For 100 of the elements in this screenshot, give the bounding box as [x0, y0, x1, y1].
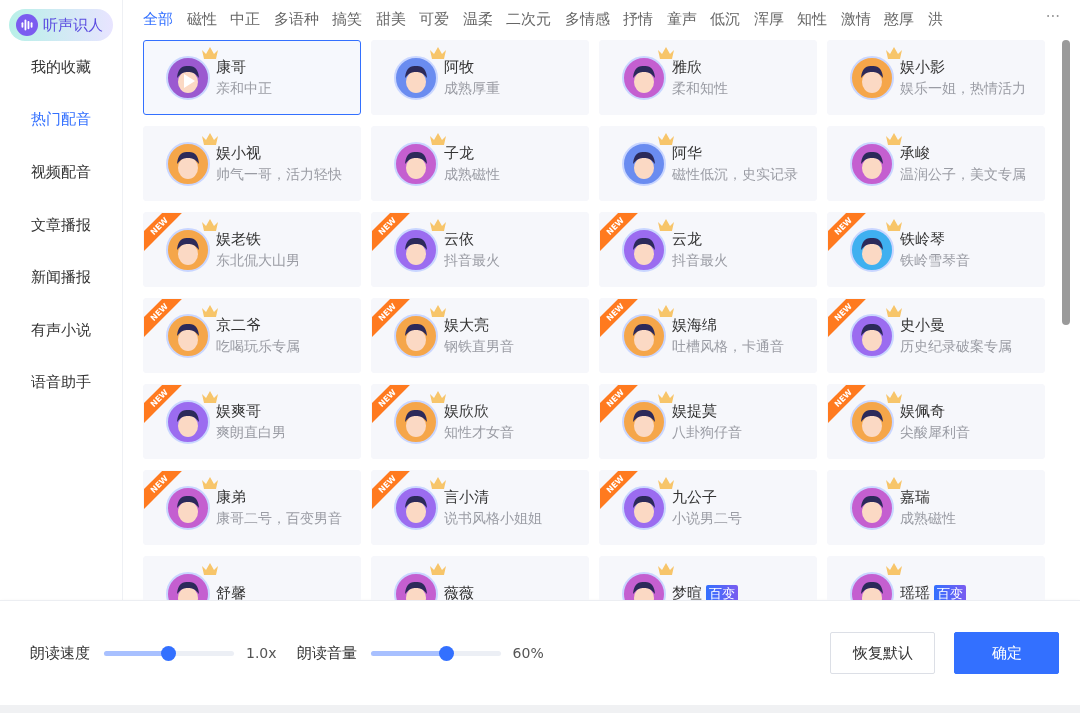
category-tab[interactable]: 多情感	[564, 9, 610, 29]
category-tab[interactable]: 激情	[840, 9, 871, 29]
voice-name: 娱欣欣	[444, 401, 489, 421]
avatar-icon	[394, 485, 438, 530]
avatar-icon	[850, 141, 894, 186]
voice-description: 东北侃大山男	[216, 251, 300, 270]
voice-name: 康弟	[216, 487, 246, 507]
voice-name: 瑶瑶	[900, 584, 930, 600]
avatar-icon	[394, 55, 438, 100]
category-tab[interactable]: 可爱	[419, 9, 449, 29]
voice-tag: 百变	[934, 584, 966, 600]
sidebar-item[interactable]: 我的收藏	[31, 41, 91, 94]
voice-description: 亲和中正	[216, 79, 272, 98]
sidebar-item[interactable]: 视频配音	[31, 146, 91, 199]
avatar-icon	[622, 227, 666, 272]
voice-card[interactable]: 娱小影 娱乐一姐，热情活力	[827, 40, 1045, 115]
voice-description: 磁性低沉，史实记录	[672, 165, 798, 184]
voice-name: 娱爽哥	[216, 401, 261, 421]
slider[interactable]	[370, 645, 501, 661]
voice-description: 成熟磁性	[444, 165, 500, 184]
voice-card[interactable]: 子龙 成熟磁性	[371, 126, 589, 201]
voice-name: 子龙	[444, 143, 474, 163]
sidebar-item[interactable]: 新闻播报	[31, 251, 91, 304]
voice-name: 娱小影	[900, 57, 945, 77]
voice-tag: 百变	[706, 584, 738, 600]
voice-card[interactable]: 舒馨	[143, 556, 361, 600]
slider-label: 朗读速度	[30, 643, 90, 663]
voice-name: 薇薇	[444, 584, 474, 600]
voice-name: 娱大亮	[444, 315, 489, 335]
category-tab[interactable]: 洪	[927, 9, 943, 29]
voice-description: 说书风格小姐姐	[444, 509, 542, 528]
voice-name: 承峻	[900, 143, 930, 163]
voice-card[interactable]: 承峻 温润公子，美文专属	[827, 126, 1045, 201]
voice-card[interactable]: 薇薇	[371, 556, 589, 600]
voice-name: 阿华	[672, 143, 702, 163]
voice-description: 娱乐一姐，热情活力	[900, 79, 1026, 98]
voice-card[interactable]: 阿华 磁性低沉，史实记录	[599, 126, 817, 201]
sound-wave-icon	[16, 14, 38, 36]
voice-card[interactable]: 瑶瑶 百变	[827, 556, 1045, 600]
voice-name: 言小清	[444, 487, 489, 507]
sidebar-item[interactable]: 有声小说	[31, 303, 91, 357]
voice-card[interactable]: 娱小视 帅气一哥，活力轻快	[143, 126, 361, 201]
category-tab[interactable]: 抒情	[623, 9, 653, 29]
voice-description: 小说男二号	[672, 509, 742, 528]
voice-card[interactable]: 梦暄 百变	[599, 556, 817, 600]
voice-description: 帅气一哥，活力轻快	[216, 165, 342, 184]
category-tab[interactable]: 低沉	[710, 9, 740, 29]
avatar-icon	[166, 485, 210, 530]
voice-description: 知性才女音	[444, 423, 514, 442]
voice-description: 爽朗直白男	[216, 423, 286, 442]
voice-description: 柔和知性	[672, 79, 728, 98]
avatar-icon	[394, 141, 438, 186]
category-tab[interactable]: 温柔	[462, 9, 493, 29]
avatar-icon	[166, 227, 210, 272]
category-tab[interactable]: 多语种	[273, 9, 319, 29]
voice-card[interactable]: 雅欣 柔和知性	[599, 40, 817, 115]
avatar-icon	[850, 227, 894, 272]
voice-description: 抖音最火	[444, 251, 500, 270]
voice-description: 温润公子，美文专属	[900, 165, 1026, 184]
avatar-icon	[850, 399, 894, 444]
category-tab[interactable]: 磁性	[186, 9, 217, 29]
slider-value: 60%	[512, 645, 544, 661]
category-tab[interactable]: 童声	[666, 9, 697, 29]
voice-name: 娱佩奇	[900, 401, 945, 421]
voice-card[interactable]: 阿牧 成熟厚重	[371, 40, 589, 115]
avatar-icon	[166, 141, 210, 186]
avatar-icon	[394, 227, 438, 272]
logo-text: 听声识人	[43, 15, 103, 35]
category-tab[interactable]: 知性	[797, 9, 827, 29]
avatar-icon	[850, 313, 894, 358]
slider-label: 朗读音量	[296, 643, 357, 663]
category-tab[interactable]: 搞笑	[332, 9, 362, 29]
category-tab[interactable]: 憨厚	[884, 9, 914, 29]
sidebar-item[interactable]: 热门配音	[31, 93, 91, 147]
voice-card[interactable]: 康哥 亲和中正	[143, 40, 361, 115]
confirm-button[interactable]: 确定	[954, 632, 1059, 674]
voice-name: 阿牧	[444, 57, 474, 77]
avatar-icon	[166, 399, 210, 444]
voice-name: 梦暄	[672, 584, 702, 600]
category-tab[interactable]: 全部	[143, 9, 173, 29]
reset-button[interactable]: 恢复默认	[830, 632, 935, 674]
category-tab[interactable]: 浑厚	[753, 9, 784, 29]
voice-name: 史小曼	[900, 315, 945, 335]
avatar-icon	[394, 399, 438, 444]
voice-name: 九公子	[672, 487, 717, 507]
voice-description: 八卦狗仔音	[672, 423, 742, 442]
category-tab[interactable]: 甜美	[375, 9, 406, 29]
voice-name: 娱提莫	[672, 401, 717, 421]
sidebar-item[interactable]: 文章播报	[31, 198, 91, 252]
scrollbar[interactable]	[1062, 40, 1070, 325]
voice-card[interactable]: 嘉瑞 成熟磁性	[827, 470, 1045, 545]
slider[interactable]	[104, 645, 234, 661]
voice-name: 云龙	[672, 229, 702, 249]
category-tab[interactable]: 中正	[230, 9, 260, 29]
voice-name: 娱老铁	[216, 229, 261, 249]
category-tab[interactable]: 二次元	[506, 9, 551, 29]
sidebar-item[interactable]: 语音助手	[31, 356, 91, 410]
voice-description: 钢铁直男音	[444, 337, 514, 356]
avatar-icon	[166, 55, 210, 100]
voice-description: 康哥二号，百变男音	[216, 509, 342, 528]
